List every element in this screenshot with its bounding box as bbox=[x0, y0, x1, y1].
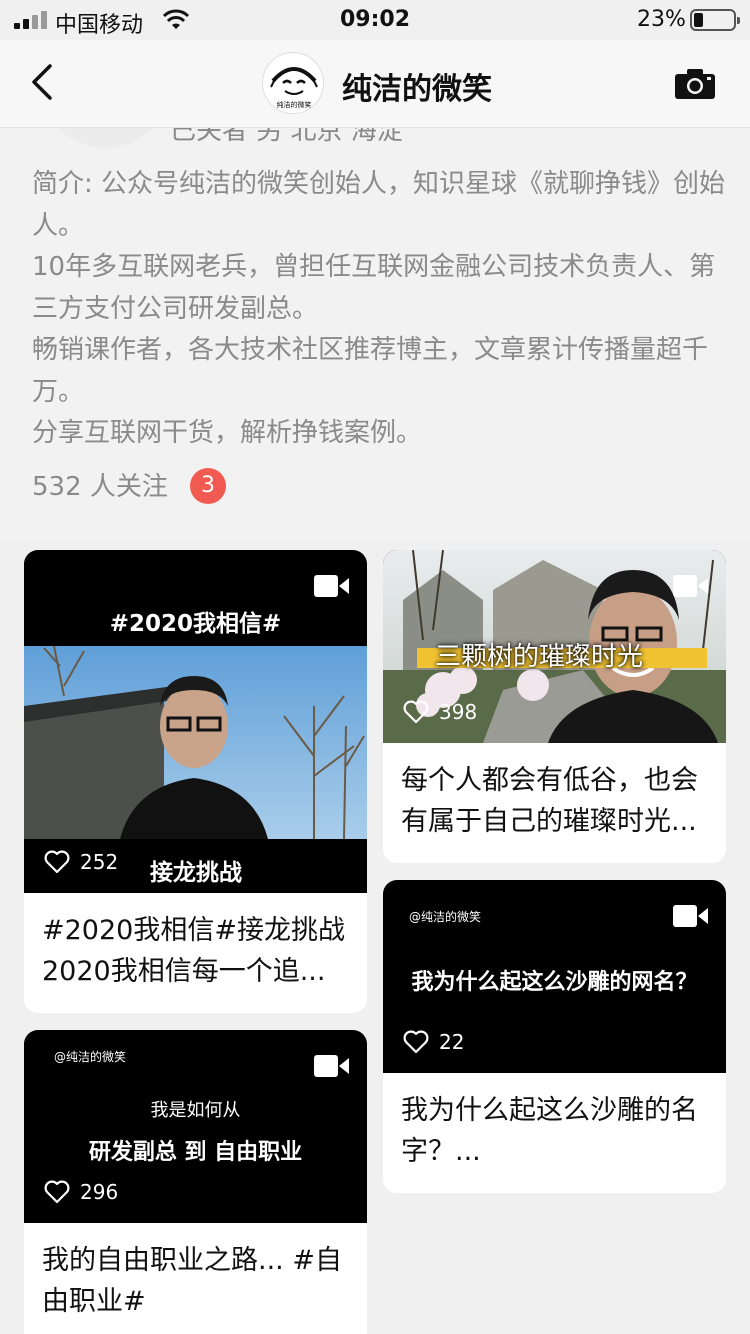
like-count[interactable]: 252 bbox=[44, 850, 118, 874]
video-icon bbox=[314, 1055, 349, 1077]
video-thumbnail[interactable]: #2020我相信# 252 接龙挑战 bbox=[24, 550, 367, 893]
thumbnail-watermark: @纯洁的微笑 bbox=[409, 910, 482, 924]
battery-icon bbox=[690, 9, 740, 31]
like-count[interactable]: 296 bbox=[44, 1180, 118, 1204]
bio-line: 分享互联网干货，解析挣钱案例。 bbox=[32, 418, 423, 448]
notification-badge: 3 bbox=[190, 468, 226, 504]
heart-icon bbox=[44, 850, 70, 874]
video-icon bbox=[673, 575, 708, 597]
video-card[interactable]: #2020我相信# 252 接龙挑战 #2020我相信#接龙挑战2020我相信每… bbox=[24, 550, 367, 1013]
thumbnail-subtitle: 接龙挑战 bbox=[150, 860, 242, 886]
thumbnail-watermark: @纯洁的微笑 bbox=[54, 1050, 127, 1064]
svg-text:纯洁的微笑: 纯洁的微笑 bbox=[277, 100, 312, 109]
heart-icon bbox=[403, 1030, 429, 1054]
video-card[interactable]: @纯洁的微笑 我是如何从 研发副总 到 自由职业 296 我的自由职业之路...… bbox=[24, 1030, 367, 1334]
heart-icon bbox=[403, 700, 429, 724]
video-icon bbox=[673, 905, 708, 927]
video-card[interactable]: 三颗树的璀璨时光 398 每个人都会有低谷，也会有属于自己的璀璨时光... bbox=[383, 550, 726, 863]
battery-percent: 23% bbox=[637, 7, 686, 32]
video-thumbnail[interactable]: @纯洁的微笑 我为什么起这么沙雕的网名？ 22 bbox=[383, 880, 726, 1073]
followers-count[interactable]: 532 人关注 bbox=[32, 466, 168, 503]
bio-line: 畅销课作者，各大技术社区推荐博主，文章累计传播量超千万。 bbox=[32, 335, 709, 407]
video-caption[interactable]: 我为什么起这么沙雕的名字？... bbox=[401, 1090, 711, 1172]
avatar[interactable]: 纯洁的微笑 bbox=[262, 52, 324, 114]
like-count-value: 398 bbox=[439, 700, 478, 724]
video-caption[interactable]: 每个人都会有低谷，也会有属于自己的璀璨时光... bbox=[401, 760, 711, 842]
video-caption[interactable]: 我的自由职业之路... #自由职业# bbox=[42, 1240, 352, 1322]
like-count-value: 252 bbox=[80, 850, 119, 874]
thumbnail-line-2: 研发副总 到 自由职业 bbox=[88, 1139, 303, 1165]
profile-section: 已关者 另 北京 海淀 简介: 公众号纯洁的微笑创始人，知识星球《就聊挣钱》创始… bbox=[0, 128, 750, 540]
video-icon bbox=[314, 575, 349, 597]
back-icon[interactable] bbox=[28, 62, 58, 102]
camera-icon[interactable] bbox=[674, 68, 716, 100]
like-count[interactable]: 398 bbox=[403, 700, 477, 724]
video-thumbnail[interactable]: @纯洁的微笑 我是如何从 研发副总 到 自由职业 296 bbox=[24, 1030, 367, 1223]
page-title: 纯洁的微笑 bbox=[342, 72, 492, 107]
heart-icon bbox=[44, 1180, 70, 1204]
like-count-value: 296 bbox=[80, 1180, 119, 1204]
profile-avatar bbox=[40, 128, 170, 148]
bio-line: 10年多互联网老兵，曾担任互联网金融公司技术负责人、第三方支付公司研发副总。 bbox=[32, 252, 716, 324]
video-photo bbox=[24, 646, 367, 839]
video-card[interactable]: @纯洁的微笑 我为什么起这么沙雕的网名？ 22 我为什么起这么沙雕的名字？... bbox=[383, 880, 726, 1193]
thumbnail-title: #2020我相信# bbox=[109, 611, 282, 637]
profile-bio: 简介: 公众号纯洁的微笑创始人，知识星球《就聊挣钱》创始人。 10年多互联网老兵… bbox=[32, 164, 728, 455]
video-thumbnail[interactable]: 三颗树的璀璨时光 398 bbox=[383, 550, 726, 743]
like-count[interactable]: 22 bbox=[403, 1030, 464, 1054]
video-caption[interactable]: #2020我相信#接龙挑战2020我相信每一个追... bbox=[42, 910, 352, 992]
thumbnail-title: 三颗树的璀璨时光 bbox=[435, 642, 644, 672]
smiley-logo-icon: 纯洁的微笑 bbox=[270, 67, 318, 109]
like-count-value: 22 bbox=[439, 1030, 465, 1054]
status-bar: 中国移动 09:02 23% bbox=[0, 0, 750, 40]
profile-meta: 已关者 另 北京 海淀 bbox=[170, 128, 403, 146]
navigation-bar: 纯洁的微笑 纯洁的微笑 bbox=[0, 40, 750, 128]
thumbnail-title: 我为什么起这么沙雕的网名？ bbox=[411, 969, 698, 995]
thumbnail-line-1: 我是如何从 bbox=[150, 1100, 241, 1121]
bio-line: 简介: 公众号纯洁的微笑创始人，知识星球《就聊挣钱》创始人。 bbox=[32, 169, 726, 241]
